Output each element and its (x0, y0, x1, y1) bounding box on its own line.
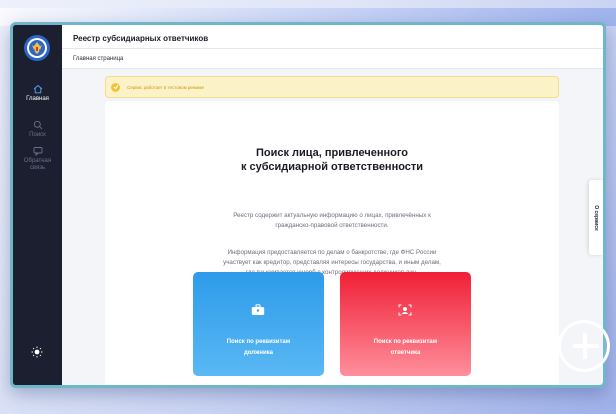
breadcrumb[interactable]: Главная страница (73, 56, 123, 62)
paragraph-line: гражданско-правовой ответственности. (275, 222, 389, 229)
tile-label: Поиск по реквизитам должника (226, 339, 291, 356)
main-area: Реестр субсидиарных ответчиков Главная с… (62, 25, 603, 385)
paragraph-line: Реестр содержит актуальную информацию о … (233, 212, 431, 219)
tile-label: Поиск по реквизитам ответчика (373, 339, 438, 356)
sidebar-item-search[interactable]: Поиск (13, 120, 62, 139)
briefcase-icon (251, 304, 265, 315)
info-paragraph: Информация предоставляется по делам о ба… (105, 248, 559, 278)
fns-logo[interactable] (24, 35, 50, 61)
sidebar: Главная Поиск Обратная связь (13, 25, 62, 385)
side-tab-label: О сервисе (593, 204, 599, 231)
paragraph-line: где взыскивается ущерб с контролирующих … (245, 269, 419, 276)
sun-icon[interactable] (31, 346, 43, 358)
feedback-icon (33, 147, 42, 156)
app-window: Главная Поиск Обратная связь Реестр субс… (10, 22, 606, 388)
check-icon (111, 82, 120, 92)
sidebar-item-label: Главная (26, 96, 49, 102)
sidebar-item-label: Обратная связь (23, 158, 52, 171)
search-debtor-button[interactable]: Поиск по реквизитам должника (193, 272, 324, 376)
search-icon (33, 120, 42, 130)
paragraph-line: Информация предоставляется по делам о ба… (227, 249, 437, 256)
banner-text: Сервис работает в тестовом режиме (127, 84, 205, 90)
paragraph-line: участвует как кредитор, представляя инте… (223, 259, 441, 266)
about-service-tab[interactable]: О сервисе (589, 180, 603, 255)
search-defendant-button[interactable]: Поиск по реквизитам ответчика (340, 272, 471, 376)
sidebar-item-home[interactable]: Главная (13, 84, 62, 103)
sidebar-item-feedback[interactable]: Обратная связь (13, 146, 62, 172)
page-title: Реестр субсидиарных ответчиков (73, 34, 209, 43)
top-bar: Реестр субсидиарных ответчиков Главная с… (62, 25, 603, 69)
home-icon (33, 84, 42, 94)
main-heading: Поиск лица, привлеченного к субсидиарной… (105, 146, 559, 174)
main-card: Поиск лица, привлеченного к субсидиарной… (105, 101, 559, 385)
heading-line: к субсидиарной ответственности (240, 161, 424, 173)
description-paragraph: Реестр содержит актуальную информацию о … (105, 211, 559, 231)
face-scan-icon (398, 304, 412, 316)
plus-icon (558, 320, 610, 372)
heading-line: Поиск лица, привлеченного (255, 147, 409, 159)
test-mode-banner: Сервис работает в тестовом режиме (105, 76, 559, 98)
eagle-emblem-icon (27, 38, 47, 58)
sidebar-item-label: Поиск (29, 132, 46, 138)
divider (62, 48, 603, 49)
